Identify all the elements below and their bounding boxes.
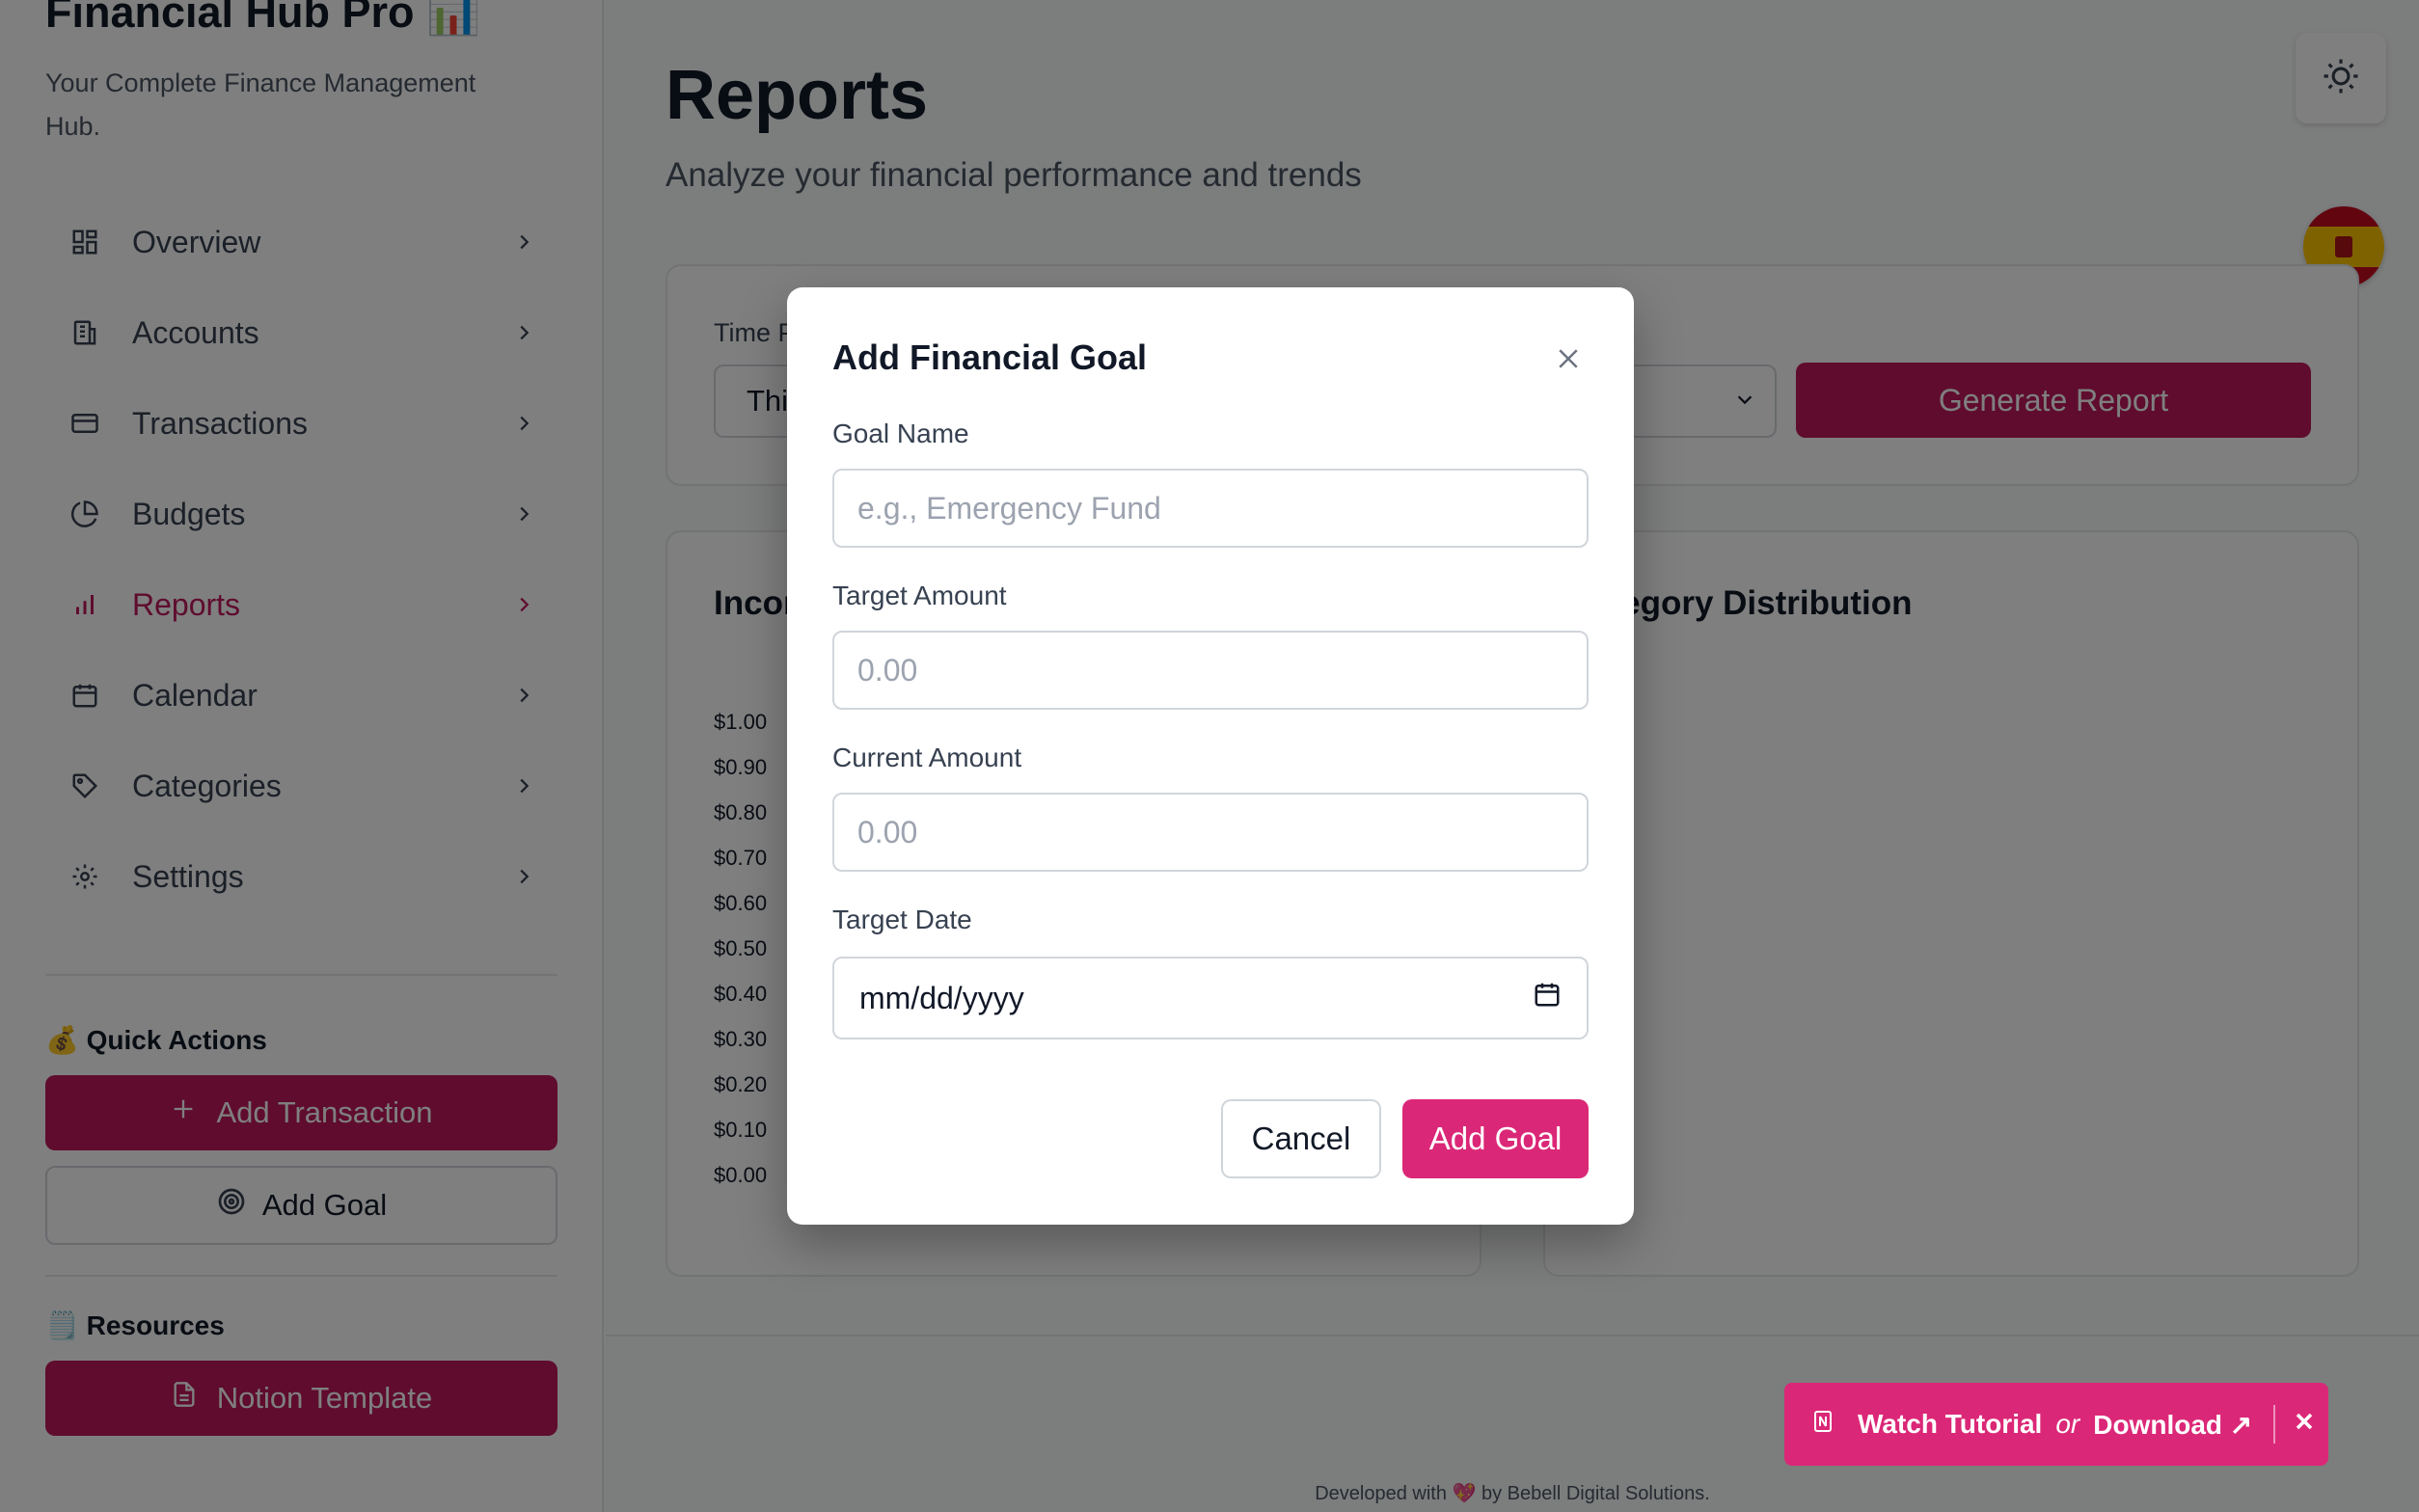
tutorial-separator bbox=[2273, 1405, 2276, 1444]
tutorial-banner: Watch Tutorial or Download ↗ bbox=[1784, 1383, 2328, 1466]
tutorial-or-text: or bbox=[2055, 1409, 2080, 1439]
calendar-icon[interactable] bbox=[1533, 980, 1562, 1016]
add-goal-modal: Add Financial Goal Goal Name Target Amou… bbox=[787, 287, 1634, 1225]
goal-name-input[interactable] bbox=[832, 469, 1589, 548]
cancel-button[interactable]: Cancel bbox=[1221, 1099, 1381, 1178]
modal-title: Add Financial Goal bbox=[832, 338, 1148, 377]
date-placeholder: mm/dd/yyyy bbox=[859, 980, 1024, 1015]
current-amount-label: Current Amount bbox=[832, 742, 1022, 772]
goal-name-label: Goal Name bbox=[832, 418, 969, 448]
notion-icon bbox=[1813, 1409, 1835, 1440]
add-goal-submit-button[interactable]: Add Goal bbox=[1402, 1099, 1589, 1178]
close-icon bbox=[1559, 349, 1578, 368]
download-link[interactable]: Download ↗ bbox=[2093, 1409, 2252, 1441]
close-banner-button[interactable] bbox=[2293, 1409, 2316, 1440]
target-amount-label: Target Amount bbox=[832, 580, 1007, 610]
target-amount-input[interactable] bbox=[832, 631, 1589, 710]
watch-tutorial-link[interactable]: Watch Tutorial bbox=[1858, 1409, 2042, 1440]
target-date-input[interactable]: mm/dd/yyyy bbox=[832, 957, 1589, 1040]
target-date-label: Target Date bbox=[832, 904, 972, 934]
modal-close-button[interactable] bbox=[1549, 339, 1588, 378]
close-icon bbox=[2297, 1413, 2313, 1430]
current-amount-input[interactable] bbox=[832, 793, 1589, 872]
